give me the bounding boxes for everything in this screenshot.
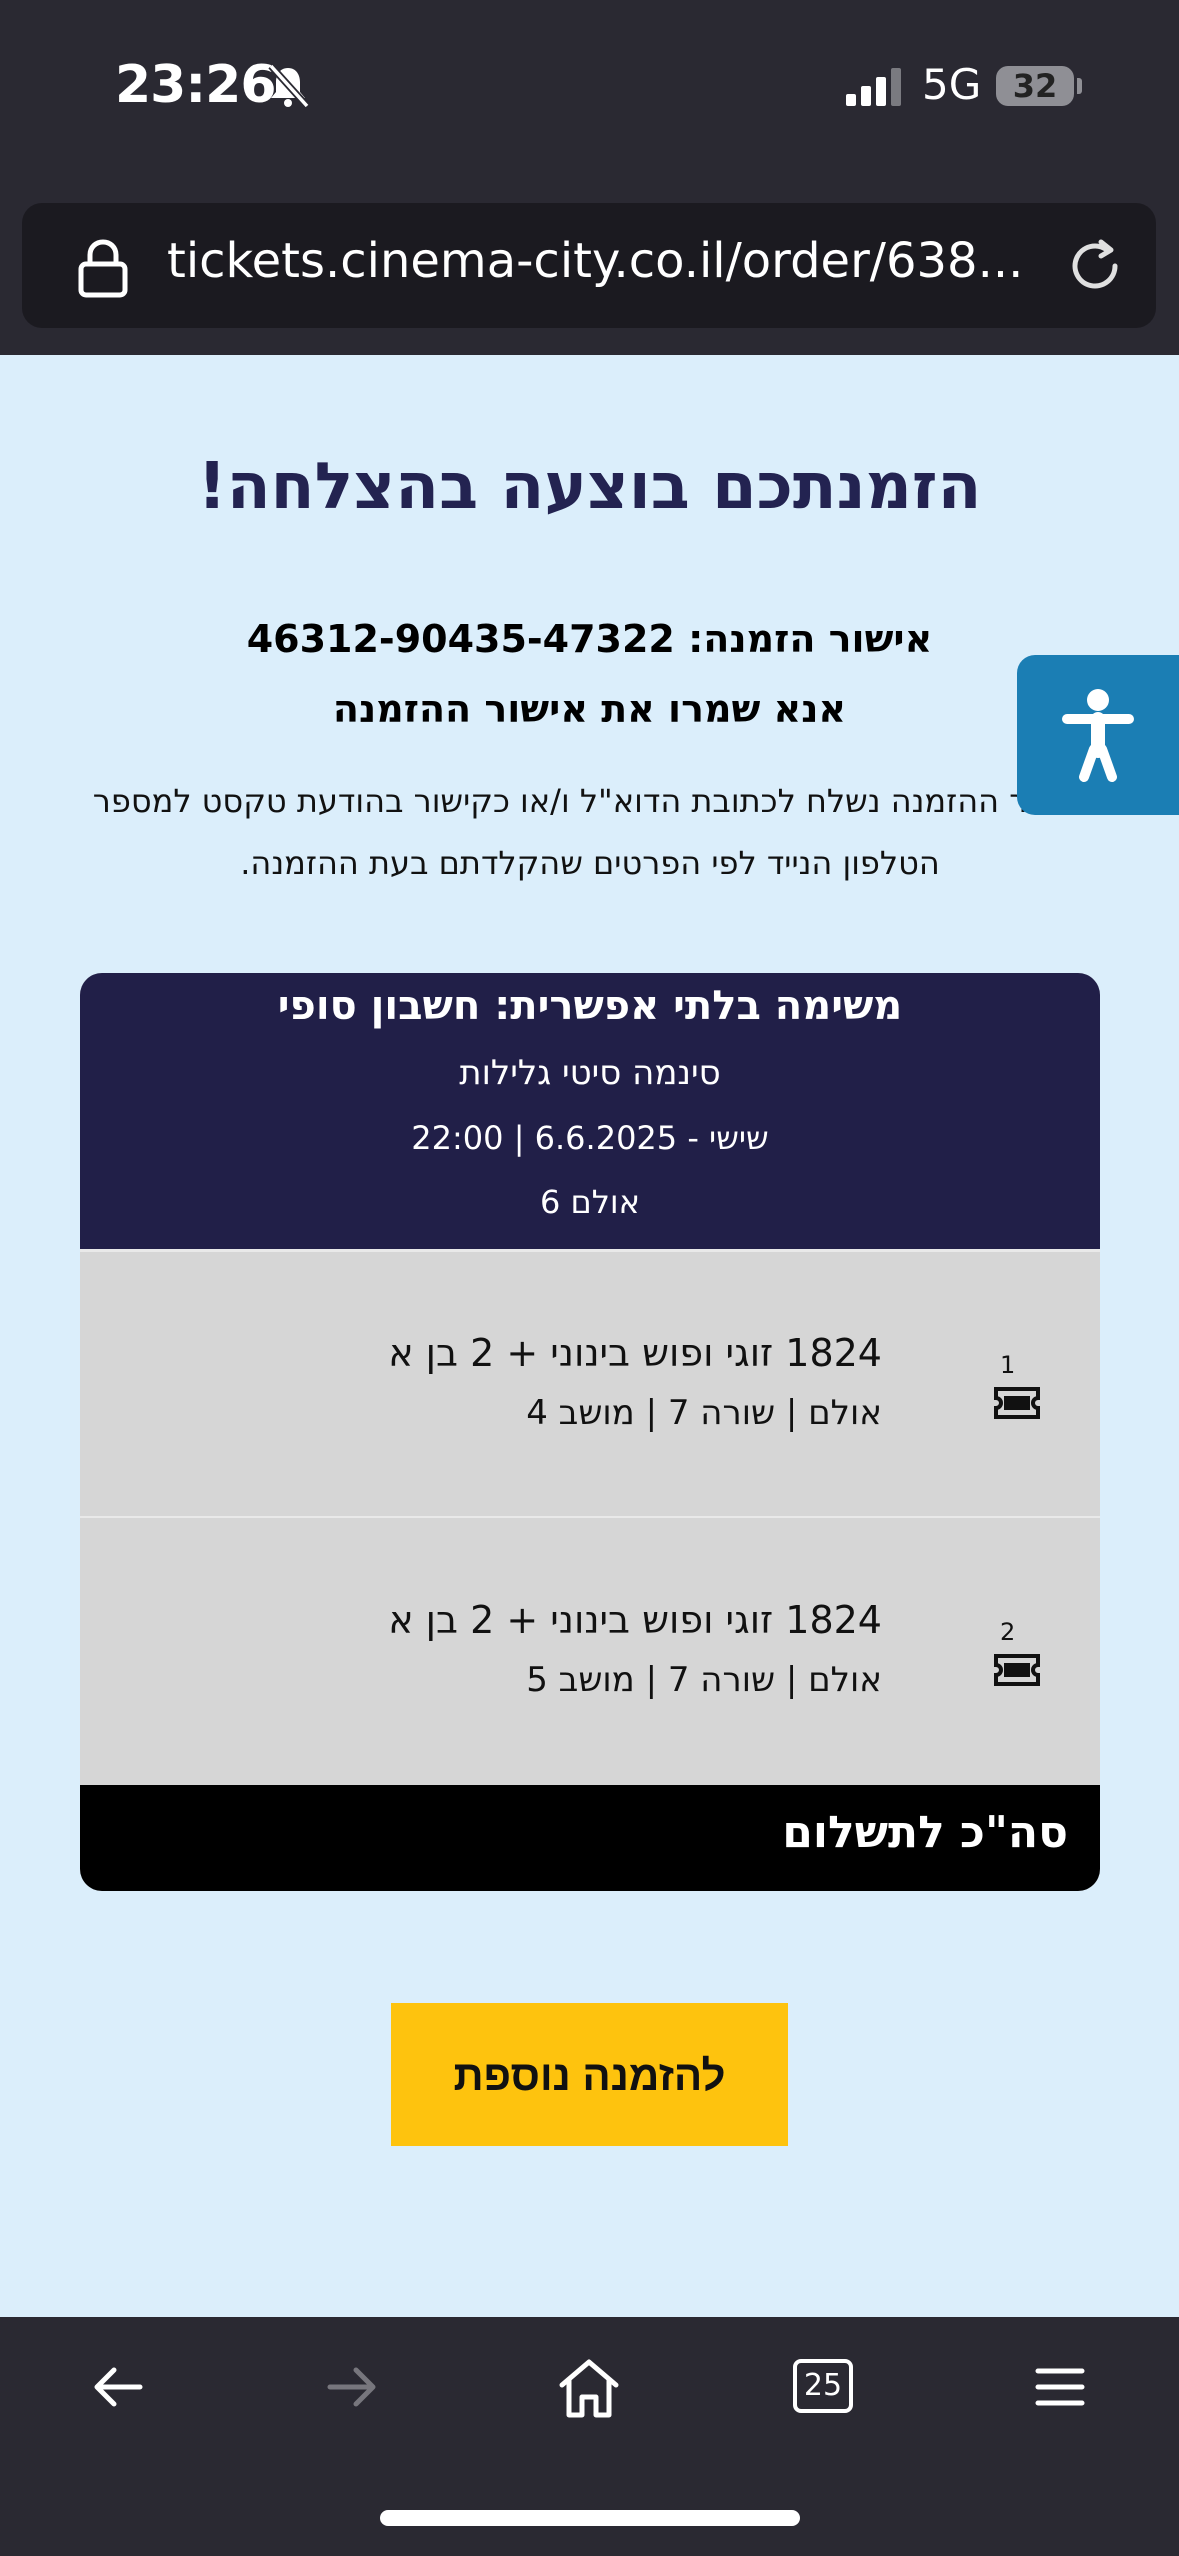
- cinema-name: סינמה סיטי גלילות: [459, 1053, 721, 1093]
- back-icon[interactable]: [88, 2357, 148, 2417]
- browser-toolbar: tickets.cinema-city.co.il/order/638...: [0, 180, 1179, 355]
- battery-tip: [1077, 78, 1082, 94]
- confirmation-number: אישור הזמנה: 46312-90435-47322: [246, 617, 933, 661]
- tabs-count: 25: [803, 2368, 843, 2403]
- home-indicator[interactable]: [380, 2510, 800, 2526]
- ticket-row: 1824 זוגי ופוש בינוני + 2 בן א אולם | שו…: [80, 1251, 1100, 1516]
- network-type: 5G: [922, 60, 982, 109]
- page-content: הזמנתכם בוצעה בהצלחה! אישור הזמנה: 46312…: [0, 355, 1179, 2317]
- tabs-button[interactable]: 25: [792, 2355, 854, 2417]
- address-bar[interactable]: tickets.cinema-city.co.il/order/638...: [22, 203, 1156, 328]
- ticket-seat: אולם | שורה 7 | מושב 4: [526, 1393, 882, 1433]
- bell-slash-icon: [268, 63, 310, 109]
- forward-icon[interactable]: [322, 2357, 382, 2417]
- url-text[interactable]: tickets.cinema-city.co.il/order/638...: [167, 233, 1023, 289]
- ticket-name: 1824 זוגי ופוש בינוני + 2 בן א: [388, 1598, 882, 1642]
- ticket-row: 1824 זוגי ופוש בינוני + 2 בן א אולם | שו…: [80, 1518, 1100, 1783]
- order-summary-card: משימה בלתי אפשרית: חשבון סופי סינמה סיטי…: [80, 973, 1100, 1891]
- reload-icon[interactable]: [1065, 236, 1125, 296]
- status-time: 23:26: [115, 55, 277, 115]
- menu-icon[interactable]: [1030, 2357, 1090, 2417]
- home-icon[interactable]: [556, 2357, 622, 2419]
- lock-icon: [78, 239, 128, 298]
- ticket-icon: [994, 1654, 1040, 1686]
- order-total-bar: סה"כ לתשלום: [80, 1785, 1100, 1891]
- ticket-seat: אולם | שורה 7 | מושב 5: [526, 1660, 882, 1700]
- page-title: הזמנתכם בוצעה בהצלחה!: [197, 450, 982, 524]
- accessibility-icon: [1062, 689, 1134, 782]
- hall-number: אולם 6: [539, 1183, 641, 1221]
- show-datetime: שישי - 6.6.2025 | 22:00: [411, 1119, 769, 1157]
- accessibility-button[interactable]: [1017, 655, 1179, 815]
- ticket-name: 1824 זוגי ופוש בינוני + 2 בן א: [388, 1331, 882, 1375]
- order-summary-header: משימה בלתי אפשרית: חשבון סופי סינמה סיטי…: [80, 973, 1100, 1251]
- movie-title: משימה בלתי אפשרית: חשבון סופי: [277, 983, 903, 1029]
- confirmation-info-text: אישור ההזמנה נשלח לכתובת הדוא"ל ו/או כקי…: [92, 782, 1088, 882]
- total-label: סה"כ לתשלום: [782, 1807, 1068, 1858]
- keep-confirmation-note: אנא שמרו את אישור ההזמנה: [332, 687, 847, 731]
- battery-indicator: 32: [996, 66, 1074, 106]
- signal-icon: [846, 68, 901, 106]
- another-order-button[interactable]: להזמנה נוספת: [391, 2003, 788, 2146]
- ticket-icon: [994, 1387, 1040, 1419]
- ticket-number: 1: [1000, 1351, 1016, 1379]
- status-bar: 23:26 5G 32: [0, 0, 1179, 180]
- row-divider: [80, 1249, 1100, 1252]
- ticket-number: 2: [1000, 1618, 1016, 1646]
